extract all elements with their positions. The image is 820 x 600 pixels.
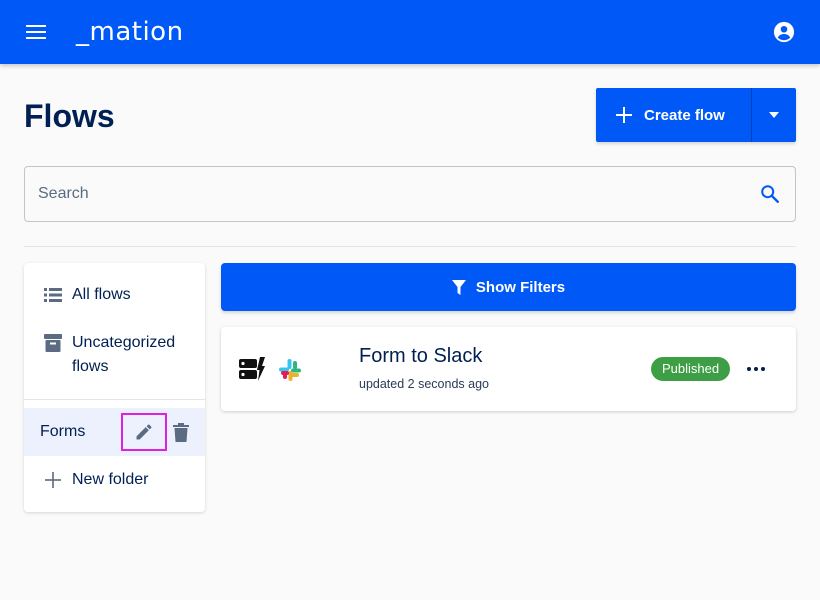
app-bar: _mation xyxy=(0,0,820,64)
account-button[interactable] xyxy=(766,14,802,50)
menu-button[interactable] xyxy=(14,12,58,52)
flow-name: Form to Slack xyxy=(359,345,483,367)
create-flow-dropdown-button[interactable] xyxy=(752,88,796,142)
new-folder-button[interactable]: New folder xyxy=(24,468,205,492)
account-circle-icon xyxy=(773,21,795,43)
sidebar-item-all-flows[interactable]: All flows xyxy=(24,283,205,307)
folder-item-forms[interactable]: Forms xyxy=(24,408,205,456)
hamburger-icon xyxy=(26,25,46,39)
new-folder-label: New folder xyxy=(72,471,149,488)
pencil-icon xyxy=(136,424,152,440)
plus-icon xyxy=(42,468,64,492)
flow-row[interactable]: Form to Slack updated 2 seconds ago Publ… xyxy=(221,327,796,411)
folders-sidebar: All flows Uncategorized flows Forms New … xyxy=(24,263,205,512)
show-filters-button[interactable]: Show Filters xyxy=(221,263,796,311)
archive-icon xyxy=(42,331,64,355)
delete-folder-button[interactable] xyxy=(170,417,192,447)
caret-down-icon xyxy=(769,112,779,118)
flow-updated-time: updated 2 seconds ago xyxy=(359,377,489,391)
status-badge: Published xyxy=(651,357,731,381)
create-flow-button-group: Create flow xyxy=(596,88,796,142)
folder-label: Forms xyxy=(40,423,86,440)
sidebar-item-label: All flows xyxy=(72,286,131,303)
page-title: Flows xyxy=(24,98,115,134)
flow-more-button[interactable] xyxy=(743,353,769,385)
create-flow-label: Create flow xyxy=(644,106,725,124)
search-icon[interactable] xyxy=(759,183,781,205)
slack-icon xyxy=(279,359,301,381)
sidebar-divider xyxy=(24,399,205,400)
search-input[interactable] xyxy=(38,167,738,221)
sidebar-item-label: Uncategorized flows xyxy=(72,334,176,375)
search-box xyxy=(24,166,796,222)
create-flow-button[interactable]: Create flow xyxy=(596,88,751,142)
more-horizontal-icon xyxy=(747,367,765,371)
section-divider xyxy=(24,246,796,247)
app-logo[interactable]: _mation xyxy=(76,17,184,47)
show-filters-label: Show Filters xyxy=(475,278,566,296)
sidebar-item-uncategorized-flows[interactable]: Uncategorized flows xyxy=(24,331,205,379)
list-icon xyxy=(42,283,64,307)
plus-icon xyxy=(616,107,632,123)
edit-folder-button[interactable] xyxy=(121,413,167,451)
trash-icon xyxy=(173,422,189,442)
forms-app-icon xyxy=(239,357,265,381)
filter-icon xyxy=(451,279,466,295)
